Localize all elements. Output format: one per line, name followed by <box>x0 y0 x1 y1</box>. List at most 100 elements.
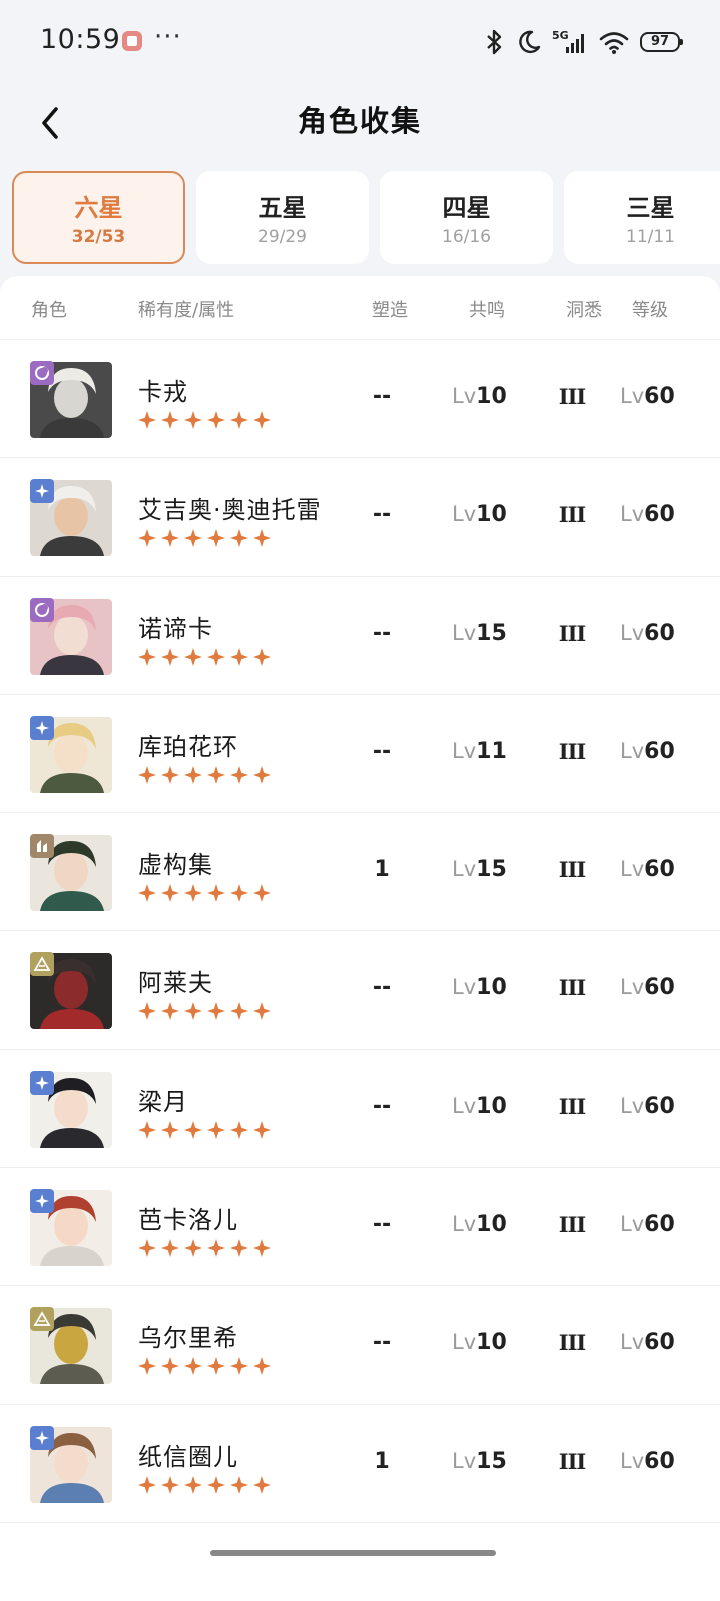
resonance-number: 10 <box>476 1212 507 1238</box>
header: 角色收集 <box>0 84 720 164</box>
table-row[interactable]: 虚构集 1 Lv15 III Lv60 <box>0 813 720 932</box>
table-row[interactable]: 诺谛卡 -- Lv15 III Lv60 <box>0 577 720 695</box>
more-notifications-icon: ··· <box>154 22 182 52</box>
resonance-value: Lv15 <box>452 1449 507 1474</box>
lv-prefix: Lv <box>620 620 645 645</box>
rarity-star-icon <box>253 529 271 548</box>
lv-prefix: Lv <box>620 857 645 882</box>
tab-label: 六星 <box>74 194 123 222</box>
table-row[interactable]: 纸信圈儿 1 Lv15 III Lv60 <box>0 1405 720 1523</box>
resonance-value: Lv15 <box>452 621 507 646</box>
column-header-resonance[interactable]: 共鸣 <box>469 296 505 322</box>
rarity-stars <box>137 1001 272 1021</box>
rarity-star-icon <box>161 1239 179 1258</box>
rarity-star-icon <box>253 647 271 666</box>
table-body: 卡戎 -- Lv10 III Lv60 艾吉奥·奥迪托雷 -- Lv10 III… <box>0 340 720 1523</box>
rarity-star-icon <box>253 1357 271 1376</box>
rarity-star-icon <box>207 411 225 429</box>
insight-value: III <box>558 975 586 1001</box>
resonance-number: 10 <box>476 384 507 409</box>
level-value: Lv60 <box>620 1330 675 1355</box>
svg-text:5G: 5G <box>552 29 569 42</box>
table-row[interactable]: 艾吉奥·奥迪托雷 -- Lv10 III Lv60 <box>0 458 720 577</box>
character-table: 角色 稀有度/属性 塑造 共鸣 洞悉 等级 卡戎 -- Lv10 III Lv6… <box>0 276 720 1601</box>
resonance-number: 10 <box>476 1093 507 1119</box>
mold-value: -- <box>372 738 392 764</box>
lv-prefix: Lv <box>452 1212 477 1237</box>
tab-three-star[interactable]: 三星 11/11 <box>564 171 720 264</box>
tab-four-star[interactable]: 四星 16/16 <box>380 171 553 264</box>
mold-value: -- <box>372 502 392 528</box>
rarity-star-icon <box>230 1475 248 1494</box>
wifi-icon <box>599 32 629 54</box>
table-row[interactable]: 卡戎 -- Lv10 III Lv60 <box>0 340 720 459</box>
resonance-number: 15 <box>476 620 507 646</box>
insight-value: III <box>558 620 586 646</box>
insight-value: III <box>558 738 586 764</box>
pyramid-icon <box>33 1311 51 1327</box>
resonance-value: Lv10 <box>452 502 507 527</box>
rarity-stars <box>137 883 272 903</box>
level-number: 60 <box>644 502 675 528</box>
rarity-star-icon <box>207 1002 225 1021</box>
mold-value: -- <box>372 1212 392 1238</box>
tab-five-star[interactable]: 五星 29/29 <box>196 171 369 264</box>
column-header-insight[interactable]: 洞悉 <box>566 296 602 322</box>
level-value: Lv60 <box>620 1212 675 1237</box>
rarity-star-icon <box>207 1120 225 1139</box>
rarity-star-icon <box>253 765 271 784</box>
table-row[interactable]: 芭卡洛儿 -- Lv10 III Lv60 <box>0 1168 720 1287</box>
rarity-star-icon <box>230 1002 248 1021</box>
lv-prefix: Lv <box>620 502 645 527</box>
rarity-stars <box>137 1238 272 1258</box>
status-bar: 10:59 ··· 5G 97 <box>0 0 720 84</box>
rarity-star-icon <box>138 1120 156 1139</box>
tab-count: 32/53 <box>71 227 126 247</box>
column-header-rarity[interactable]: 稀有度/属性 <box>138 296 234 322</box>
resonance-number: 10 <box>476 502 507 528</box>
resonance-number: 10 <box>476 1330 507 1356</box>
rarity-star-icon <box>253 1239 271 1258</box>
tab-count: 29/29 <box>258 227 307 247</box>
rarity-star-icon <box>161 765 179 784</box>
status-icons: 5G 97 <box>482 26 683 58</box>
level-number: 60 <box>644 1448 675 1474</box>
rarity-stars <box>137 1356 272 1376</box>
table-row[interactable]: 库珀花环 -- Lv11 III Lv60 <box>0 695 720 814</box>
rarity-star-icon <box>184 1239 202 1258</box>
resonance-value: Lv15 <box>452 857 507 882</box>
tab-count: 16/16 <box>442 227 491 247</box>
level-value: Lv60 <box>620 502 675 527</box>
table-row[interactable]: 乌尔里希 -- Lv10 III Lv60 <box>0 1286 720 1405</box>
rarity-star-icon <box>253 411 271 429</box>
table-row[interactable]: 阿莱夫 -- Lv10 III Lv60 <box>0 931 720 1050</box>
lv-prefix: Lv <box>452 975 477 1000</box>
resonance-value: Lv10 <box>452 1212 507 1237</box>
column-header-mold[interactable]: 塑造 <box>372 296 408 322</box>
level-value: Lv60 <box>620 384 675 409</box>
rarity-stars <box>137 1475 272 1495</box>
rarity-star-icon <box>161 1120 179 1139</box>
rarity-stars <box>137 647 272 667</box>
table-row[interactable]: 梁月 -- Lv10 III Lv60 <box>0 1050 720 1169</box>
rarity-star-icon <box>161 529 179 548</box>
level-value: Lv60 <box>620 621 675 646</box>
column-header-level[interactable]: 等级 <box>632 296 668 322</box>
rarity-star-icon <box>230 1357 248 1376</box>
character-name: 芭卡洛儿 <box>138 1206 238 1235</box>
level-value: Lv60 <box>620 1449 675 1474</box>
rarity-tabs: 六星 32/53 五星 29/29 四星 16/16 三星 11/11 <box>12 171 720 264</box>
resonance-value: Lv10 <box>452 1330 507 1355</box>
battery-icon: 97 <box>640 32 683 52</box>
character-name: 库珀花环 <box>138 732 238 761</box>
rarity-star-icon <box>207 1475 225 1494</box>
column-header-role[interactable]: 角色 <box>31 296 67 322</box>
tab-count: 11/11 <box>626 227 675 247</box>
attribute-badge <box>30 834 54 859</box>
star-icon <box>35 1075 49 1090</box>
home-indicator[interactable] <box>210 1550 496 1556</box>
tab-six-star[interactable]: 六星 32/53 <box>12 171 185 264</box>
lv-prefix: Lv <box>452 1330 477 1355</box>
bluetooth-icon <box>487 29 502 55</box>
lv-prefix: Lv <box>452 1093 477 1118</box>
